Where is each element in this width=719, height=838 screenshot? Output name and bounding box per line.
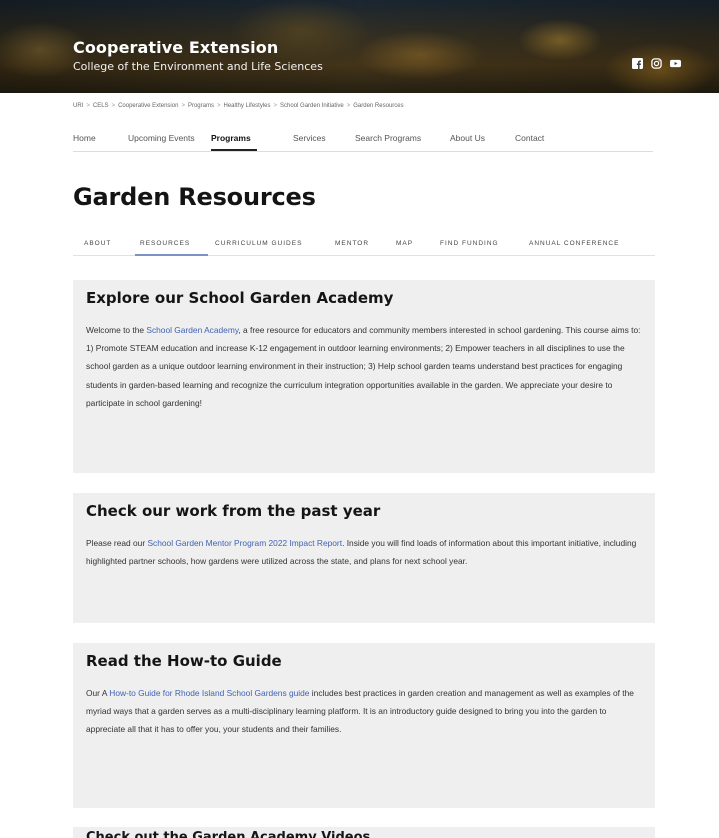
- nav-item-home[interactable]: Home: [73, 133, 96, 143]
- breadcrumb-separator: >: [273, 103, 278, 109]
- tab-annual-conference[interactable]: ANNUAL CONFERENCE: [529, 240, 619, 247]
- tab-active-indicator: [135, 254, 208, 256]
- section-heading: Check our work from the past year: [86, 502, 381, 520]
- section-tabs: ABOUT RESOURCES CURRICULUM GUIDES MENTOR…: [73, 232, 655, 256]
- school-garden-academy-link[interactable]: School Garden Academy: [146, 325, 238, 335]
- breadcrumb-separator: >: [346, 103, 351, 109]
- section-heading: Explore our School Garden Academy: [86, 289, 394, 307]
- tab-curriculum-guides[interactable]: CURRICULUM GUIDES: [215, 240, 302, 247]
- tab-resources[interactable]: RESOURCES: [140, 240, 190, 247]
- past-year-work-card: Check our work from the past year Please…: [73, 493, 655, 623]
- page-title: Garden Resources: [73, 183, 316, 211]
- body-text: , a free resource for educators and comm…: [86, 325, 641, 408]
- site-header-banner: Cooperative Extension College of the Env…: [0, 0, 719, 93]
- school-garden-academy-card: Explore our School Garden Academy Welcom…: [73, 280, 655, 473]
- nav-item-programs[interactable]: Programs: [211, 133, 251, 143]
- breadcrumb: URI > CELS > Cooperative Extension > Pro…: [73, 103, 404, 109]
- breadcrumb-item[interactable]: Programs: [188, 103, 214, 109]
- social-links: [632, 58, 681, 69]
- nav-active-indicator: [211, 149, 257, 151]
- youtube-icon[interactable]: [670, 58, 681, 69]
- instagram-icon[interactable]: [651, 58, 662, 69]
- section-body: Please read our School Garden Mentor Pro…: [86, 534, 644, 570]
- breadcrumb-item[interactable]: Healthy Lifestyles: [223, 103, 270, 109]
- breadcrumb-item[interactable]: CELS: [93, 103, 109, 109]
- impact-report-link[interactable]: School Garden Mentor Program 2022 Impact…: [147, 538, 342, 548]
- section-heading: Read the How-to Guide: [86, 652, 282, 670]
- breadcrumb-separator: >: [216, 103, 221, 109]
- section-heading: Check out the Garden Academy Videos: [86, 830, 371, 838]
- body-text: Our A: [86, 688, 110, 698]
- breadcrumb-current: Garden Resources: [353, 103, 404, 109]
- how-to-guide-card: Read the How-to Guide Our A How-to Guide…: [73, 643, 655, 808]
- section-body: Welcome to the School Garden Academy, a …: [86, 321, 644, 412]
- nav-item-contact[interactable]: Contact: [515, 133, 544, 143]
- breadcrumb-separator: >: [86, 103, 90, 109]
- main-navigation: Home Upcoming Events Programs Services S…: [73, 127, 653, 152]
- nav-item-upcoming-events[interactable]: Upcoming Events: [128, 133, 195, 143]
- tab-mentor[interactable]: MENTOR: [335, 240, 369, 247]
- section-body: Our A How-to Guide for Rhode Island Scho…: [86, 684, 644, 739]
- tab-about[interactable]: ABOUT: [84, 240, 111, 247]
- nav-item-services[interactable]: Services: [293, 133, 326, 143]
- nav-item-about-us[interactable]: About Us: [450, 133, 485, 143]
- tab-map[interactable]: MAP: [396, 240, 413, 247]
- how-to-guide-link[interactable]: How-to Guide for Rhode Island School Gar…: [109, 688, 309, 698]
- site-title[interactable]: Cooperative Extension: [73, 38, 278, 57]
- breadcrumb-item[interactable]: School Garden Initiative: [280, 103, 344, 109]
- body-text: Please read our: [86, 538, 148, 548]
- site-subtitle[interactable]: College of the Environment and Life Scie…: [73, 60, 323, 73]
- facebook-icon[interactable]: [632, 58, 643, 69]
- breadcrumb-item[interactable]: URI: [73, 103, 83, 109]
- garden-academy-videos-card: Check out the Garden Academy Videos: [73, 827, 655, 838]
- breadcrumb-item[interactable]: Cooperative Extension: [118, 103, 178, 109]
- nav-item-search-programs[interactable]: Search Programs: [355, 133, 421, 143]
- body-text: Welcome to the: [86, 325, 147, 335]
- breadcrumb-separator: >: [181, 103, 185, 109]
- tab-find-funding[interactable]: FIND FUNDING: [440, 240, 499, 247]
- breadcrumb-separator: >: [111, 103, 116, 109]
